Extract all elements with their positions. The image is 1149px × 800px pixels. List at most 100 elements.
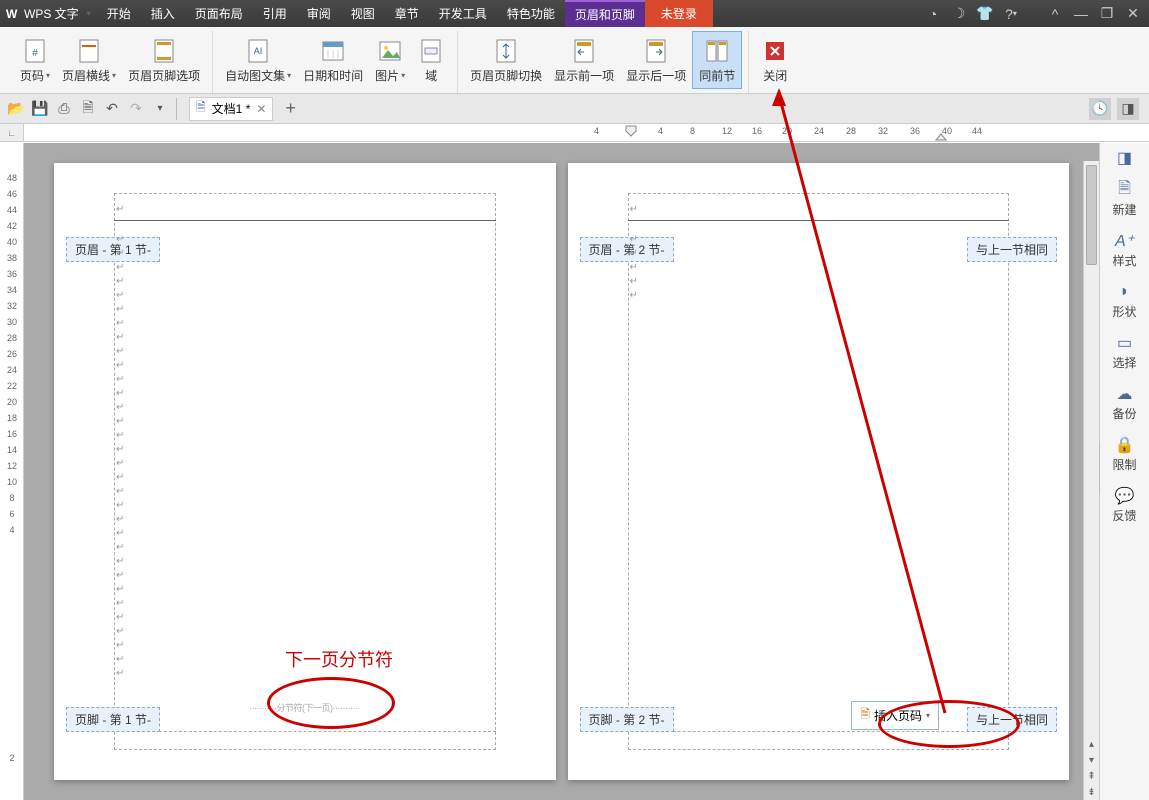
ribbon-same-prev-section[interactable]: 同前节: [692, 31, 742, 89]
tab-start[interactable]: 开始: [97, 0, 141, 27]
svg-text:AI: AI: [254, 46, 263, 56]
tab-review[interactable]: 审阅: [297, 0, 341, 27]
scrollbar-thumb[interactable]: [1086, 165, 1097, 265]
close-hf-icon: [761, 37, 789, 65]
same-as-prev-footer-tag: 与上一节相同: [967, 707, 1057, 732]
minimize-icon[interactable]: —: [1073, 6, 1089, 22]
auto-text-icon: AI: [244, 37, 272, 65]
ribbon-field[interactable]: 域: [411, 31, 451, 89]
right-sidebar: ◨ 🗎新建 A⁺样式 ◗形状 ▭选择 ☁备份 🔒限制 💬反馈: [1099, 143, 1149, 800]
header-line-icon: [75, 37, 103, 65]
qab-dropdown[interactable]: ▾: [150, 99, 170, 119]
save-icon[interactable]: 💾: [30, 99, 50, 119]
pages-container: ↵ 页眉 - 第 1 节- ↵↵↵↵↵ ↵↵↵↵↵ ↵↵↵↵↵ ↵↵↵↵↵ ↵↵…: [24, 143, 1099, 800]
calendar-icon[interactable]: 🕓: [1089, 98, 1111, 120]
sync-icon[interactable]: ◔: [925, 6, 941, 22]
tab-header-footer[interactable]: 页眉和页脚: [565, 0, 645, 27]
same-prev-icon: [703, 37, 731, 65]
pane-icon[interactable]: ◨: [1117, 98, 1139, 120]
header-section-tag: 页眉 - 第 2 节-: [580, 237, 674, 262]
maximize-icon[interactable]: ❐: [1099, 6, 1115, 22]
scroll-page-up[interactable]: ⇞: [1084, 768, 1099, 784]
print-preview-icon[interactable]: 🗎: [78, 99, 98, 119]
page-icon: 🗎: [860, 705, 870, 726]
quick-access-bar: 📂 💾 ⎙ 🗎 ↶ ↷ ▾ 🗎 文档1 * ✕ + 🕓 ◨: [0, 94, 1149, 124]
ruler-bar: ∟ 4 4 8 12 16 20 24 28 32 36 40 44: [0, 124, 1149, 142]
redo-icon[interactable]: ↷: [126, 99, 146, 119]
scroll-down-arrow[interactable]: ▾: [1084, 752, 1099, 768]
moon-icon[interactable]: ☽: [951, 6, 967, 22]
close-icon[interactable]: ✕: [1125, 6, 1141, 22]
expand-sidebar-icon[interactable]: ◨: [1115, 149, 1135, 167]
document-tab[interactable]: 🗎 文档1 * ✕: [189, 97, 273, 121]
ribbon-close[interactable]: 关闭: [755, 31, 795, 89]
sidebar-select[interactable]: ▭选择: [1105, 328, 1145, 379]
app-name: WPS 文字: [24, 5, 79, 22]
ribbon-header-line[interactable]: 页眉横线▾: [56, 31, 122, 89]
sidebar-new[interactable]: 🗎新建: [1105, 175, 1145, 226]
skin-icon[interactable]: 👕: [977, 6, 993, 22]
ribbon-picture[interactable]: 图片▾: [369, 31, 411, 89]
tab-login[interactable]: 未登录: [645, 0, 713, 27]
tab-view[interactable]: 视图: [341, 0, 385, 27]
app-logo: W WPS 文字 ▾: [0, 5, 97, 22]
sidebar-feedback[interactable]: 💬反馈: [1105, 481, 1145, 532]
horizontal-ruler[interactable]: 4 4 8 12 16 20 24 28 32 36 40 44: [24, 124, 1149, 141]
sidebar-style[interactable]: A⁺样式: [1105, 226, 1145, 277]
ruler-corner[interactable]: ∟: [0, 124, 24, 141]
page-number-icon: #: [21, 37, 49, 65]
show-next-icon: [642, 37, 670, 65]
insert-page-number-button[interactable]: 🗎 插入页码 ▾: [851, 701, 939, 730]
page-1[interactable]: ↵ 页眉 - 第 1 节- ↵↵↵↵↵ ↵↵↵↵↵ ↵↵↵↵↵ ↵↵↵↵↵ ↵↵…: [54, 163, 556, 780]
right-indent-marker-icon[interactable]: [934, 130, 948, 142]
new-doc-tab[interactable]: +: [279, 98, 302, 119]
annotation-text: 下一页分节符: [285, 646, 393, 672]
switch-hf-icon: [492, 37, 520, 65]
ribbon: # 页码▾ 页眉横线▾ 页眉页脚选项 AI 自动图文集▾ 日期和时间 图片▾ 域: [0, 27, 1149, 94]
app-menu-dropdown[interactable]: ▾: [87, 9, 91, 18]
ribbon-date-time[interactable]: 日期和时间: [297, 31, 369, 89]
sidebar-shape[interactable]: ◗形状: [1105, 277, 1145, 328]
tab-layout[interactable]: 页面布局: [185, 0, 253, 27]
ribbon-collapse-icon[interactable]: ^: [1047, 6, 1063, 22]
scroll-up-arrow[interactable]: ▴: [1084, 736, 1099, 752]
vertical-ruler[interactable]: 48 46 44 42 40 38 36 34 32 30 28 26 24 2…: [0, 143, 24, 800]
shape-icon: ◗: [1115, 283, 1135, 301]
ribbon-auto-text[interactable]: AI 自动图文集▾: [219, 31, 297, 89]
tab-devtools[interactable]: 开发工具: [429, 0, 497, 27]
paragraph-mark: ↵: [116, 203, 124, 217]
tab-special[interactable]: 特色功能: [497, 0, 565, 27]
date-time-icon: [319, 37, 347, 65]
ribbon-show-prev[interactable]: 显示前一项: [548, 31, 620, 89]
vertical-scrollbar[interactable]: ▴ ▾ ⇞ ⇟: [1083, 161, 1099, 800]
svg-text:#: #: [32, 48, 38, 59]
indent-marker-icon[interactable]: [622, 124, 642, 142]
sidebar-limit[interactable]: 🔒限制: [1105, 430, 1145, 481]
doc-tab-close[interactable]: ✕: [256, 102, 266, 116]
ribbon-show-next[interactable]: 显示后一项: [620, 31, 692, 89]
undo-icon[interactable]: ↶: [102, 99, 122, 119]
sidebar-backup[interactable]: ☁备份: [1105, 379, 1145, 430]
scroll-page-down[interactable]: ⇟: [1084, 784, 1099, 800]
field-icon: [417, 37, 445, 65]
paragraph-mark: ↵: [630, 203, 638, 217]
ribbon-hf-options[interactable]: 页眉页脚选项: [122, 31, 206, 89]
show-prev-icon: [570, 37, 598, 65]
open-icon[interactable]: 📂: [6, 99, 26, 119]
footer-section-tag: 页脚 - 第 1 节-: [66, 707, 160, 732]
style-icon: A⁺: [1115, 232, 1135, 250]
wps-logo-icon: W: [6, 7, 20, 21]
new-file-icon: 🗎: [1115, 181, 1135, 199]
tab-reference[interactable]: 引用: [253, 0, 297, 27]
tab-insert[interactable]: 插入: [141, 0, 185, 27]
ribbon-switch-hf[interactable]: 页眉页脚切换: [464, 31, 548, 89]
doc-page-icon: 🗎: [196, 98, 206, 119]
tab-chapter[interactable]: 章节: [385, 0, 429, 27]
limit-icon: 🔒: [1115, 436, 1135, 454]
ribbon-page-number[interactable]: # 页码▾: [14, 31, 56, 89]
backup-icon: ☁: [1115, 385, 1135, 403]
help-icon[interactable]: ?▾: [1003, 6, 1019, 22]
page-2[interactable]: ↵ 页眉 - 第 2 节- 与上一节相同 ↵↵↵↵↵ 页脚 - 第 2 节- 与…: [568, 163, 1070, 780]
feedback-icon: 💬: [1115, 487, 1135, 505]
print-icon[interactable]: ⎙: [54, 99, 74, 119]
